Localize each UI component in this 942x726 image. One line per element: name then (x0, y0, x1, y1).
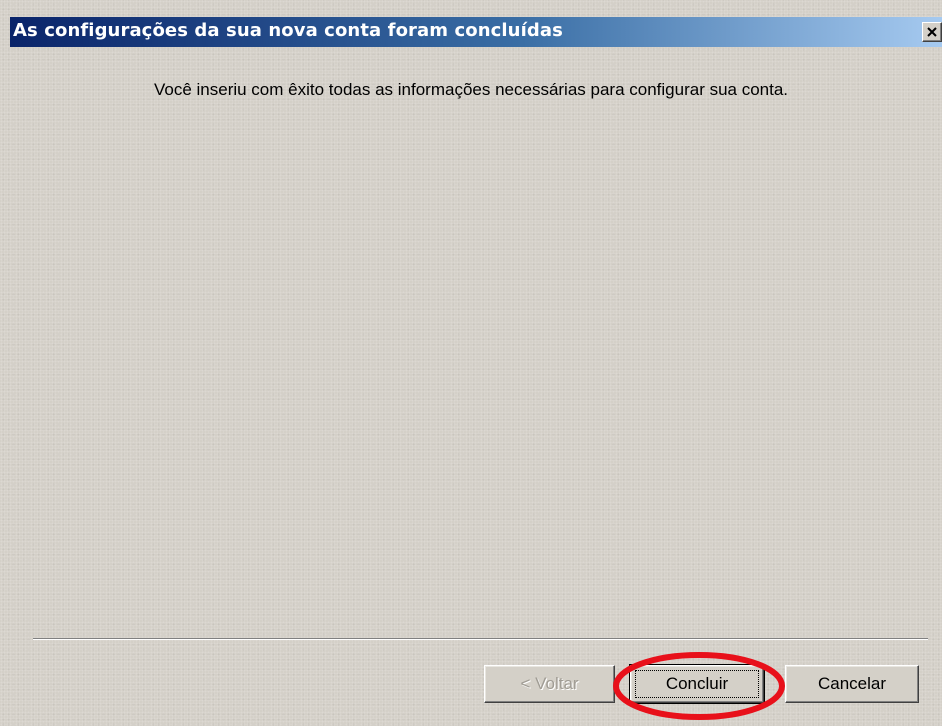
cancel-button[interactable]: Cancelar (785, 665, 919, 703)
close-icon (926, 26, 938, 38)
back-button-label: < Voltar (520, 674, 579, 693)
focus-rectangle (635, 670, 759, 698)
account-setup-complete-dialog: As configurações da sua nova conta foram… (0, 0, 942, 726)
button-separator (33, 638, 928, 640)
cancel-button-label: Cancelar (817, 674, 887, 693)
close-button[interactable] (922, 22, 942, 42)
success-message: Você inseriu com êxito todas as informaç… (153, 80, 789, 99)
title-bar[interactable]: As configurações da sua nova conta foram… (10, 17, 942, 47)
back-button[interactable]: < Voltar (484, 665, 615, 703)
finish-button[interactable]: Concluir (629, 664, 765, 704)
window-title: As configurações da sua nova conta foram… (13, 20, 563, 41)
